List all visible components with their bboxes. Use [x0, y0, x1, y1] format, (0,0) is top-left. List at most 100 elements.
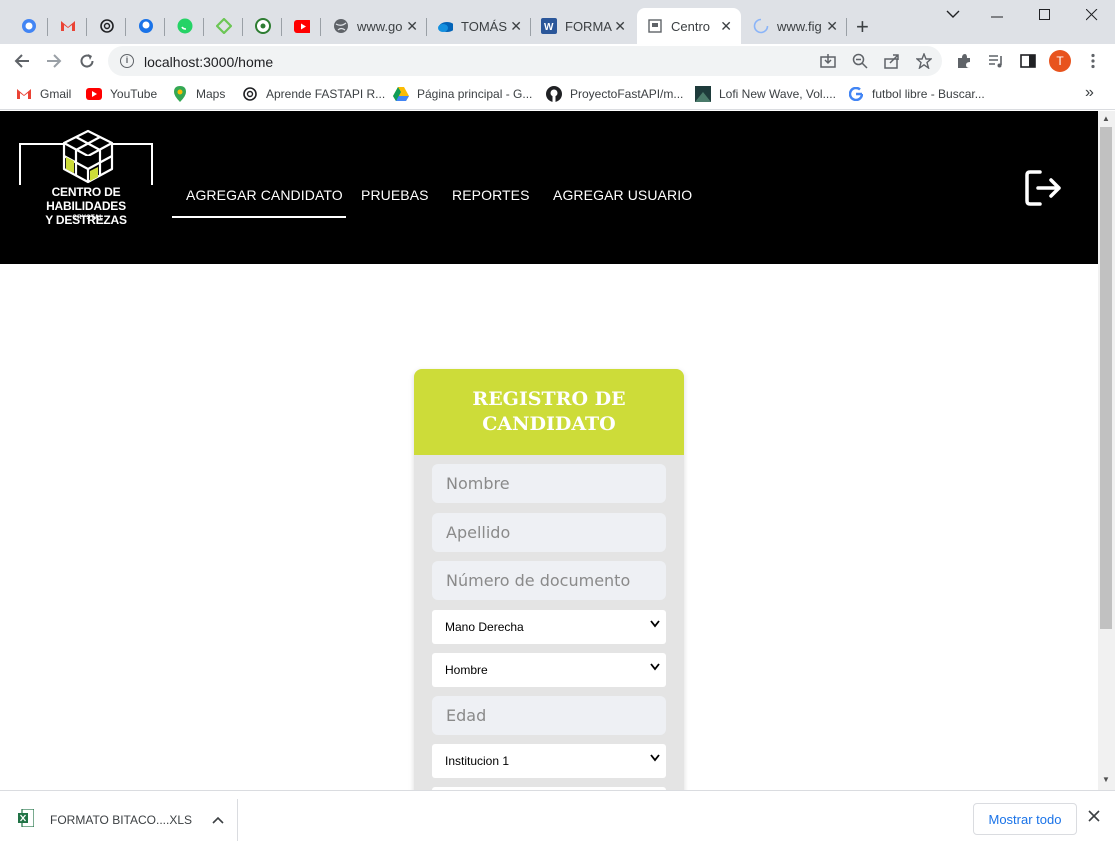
tab-tomas[interactable]: TOMÁS ✕	[427, 11, 531, 41]
tab-pinned-chromium[interactable]	[9, 11, 48, 41]
nav-agregar-candidato[interactable]: AGREGAR CANDIDATO	[186, 187, 343, 203]
more-bookmarks-chevron-icon[interactable]: »	[1085, 84, 1094, 102]
genero-select[interactable]: Hombre	[432, 653, 666, 687]
download-item[interactable]: FORMATO BITACO....XLS	[18, 808, 224, 830]
tab-pinned-whatsapp[interactable]	[165, 11, 204, 41]
bookmark-star-icon[interactable]	[914, 51, 934, 71]
nav-pruebas[interactable]: PRUEBAS	[361, 187, 429, 203]
svg-text:W: W	[544, 22, 554, 33]
bookmark-lofi[interactable]: Lofi New Wave, Vol....	[695, 86, 836, 102]
bookmarks-bar: Gmail YouTube Maps Aprende FASTAPI R... …	[0, 78, 1115, 110]
side-panel-icon[interactable]	[1018, 51, 1038, 71]
tab-centro-active[interactable]: Centro ✕	[637, 8, 741, 44]
bookmark-gmail[interactable]: Gmail	[16, 86, 71, 102]
tab-forma[interactable]: W FORMA ✕	[531, 11, 635, 41]
openai-icon	[99, 18, 115, 34]
zoom-icon[interactable]	[850, 51, 870, 71]
album-icon	[695, 86, 711, 102]
divider	[237, 799, 238, 841]
genero-select-value: Hombre	[445, 663, 488, 677]
onedrive-icon	[437, 18, 453, 34]
logo[interactable]: CENTRO DE HABILIDADES Y DESTREZAS CRYSTAL	[13, 129, 159, 227]
tab-strip: www.go ✕ TOMÁS ✕ W FORMA ✕ Centro ✕ www.…	[0, 0, 1115, 44]
download-filename: FORMATO BITACO....XLS	[50, 812, 193, 827]
tab-pinned-feedly[interactable]	[204, 11, 243, 41]
github-icon	[138, 18, 154, 34]
tab-title: www.go	[357, 18, 403, 34]
bookmark-aprende-fastapi[interactable]: Aprende FASTAPI R...	[242, 86, 385, 102]
page-icon	[647, 18, 663, 34]
page-scrollbar[interactable]: ▲ ▼	[1098, 111, 1115, 790]
new-tab-button[interactable]: +	[856, 14, 869, 40]
google-icon	[848, 86, 864, 102]
registro-candidato-form: REGISTRO DE CANDIDATO Mano Derecha Hombr…	[414, 369, 684, 790]
tab-pinned-gmail[interactable]	[48, 11, 87, 41]
media-queue-icon[interactable]	[986, 51, 1006, 71]
institucion-select[interactable]: Institucion 1	[432, 744, 666, 778]
tab-pinned-soccer[interactable]	[243, 11, 282, 41]
nombre-input[interactable]	[432, 464, 666, 503]
soccer-icon	[254, 18, 271, 34]
bookmark-pagina-principal[interactable]: Página principal - G...	[393, 86, 532, 102]
bookmark-proyectofastapi[interactable]: ProyectoFastAPI/m...	[546, 86, 683, 102]
install-icon[interactable]	[818, 51, 838, 71]
edad-input[interactable]	[432, 696, 666, 735]
logout-icon[interactable]	[1024, 169, 1062, 212]
site-info-icon[interactable]: i	[120, 54, 134, 68]
bookmark-maps[interactable]: Maps	[172, 86, 225, 102]
nav-reportes[interactable]: REPORTES	[452, 187, 530, 203]
chromium-icon	[21, 18, 37, 34]
apellido-input[interactable]	[432, 513, 666, 552]
address-bar[interactable]: i localhost:3000/home	[108, 46, 942, 76]
page-viewport: CENTRO DE HABILIDADES Y DESTREZAS CRYSTAL…	[0, 111, 1098, 790]
tab-title: Centro	[671, 18, 711, 34]
tab-search-chevron-icon[interactable]	[946, 6, 960, 24]
close-window-button[interactable]	[1085, 8, 1098, 26]
chevron-down-icon	[650, 663, 660, 671]
globe-icon	[333, 18, 349, 34]
share-icon[interactable]	[882, 51, 902, 71]
openai-icon	[242, 86, 258, 102]
minimize-button[interactable]	[991, 8, 1003, 26]
reload-icon[interactable]	[77, 51, 97, 71]
extensions-icon[interactable]	[954, 51, 974, 71]
close-tab-icon[interactable]: ✕	[614, 18, 626, 35]
feedly-icon	[215, 18, 232, 34]
institucion-select-value: Institucion 1	[445, 754, 510, 768]
form-header: REGISTRO DE CANDIDATO	[414, 369, 684, 455]
scroll-up-icon[interactable]: ▲	[1102, 114, 1110, 123]
close-tab-icon[interactable]: ✕	[406, 18, 418, 35]
gmail-icon	[16, 86, 32, 102]
mano-select[interactable]: Mano Derecha	[432, 610, 666, 644]
bookmark-youtube[interactable]: YouTube	[86, 86, 157, 102]
show-all-button[interactable]: Mostrar todo	[973, 803, 1077, 835]
close-tab-icon[interactable]: ✕	[826, 18, 838, 35]
gmail-icon	[60, 18, 76, 34]
tab-pinned-openai[interactable]	[87, 11, 126, 41]
excel-file-icon	[18, 808, 35, 830]
chevron-up-icon[interactable]	[212, 813, 224, 827]
documento-input[interactable]	[432, 561, 666, 600]
profile-avatar[interactable]: T	[1049, 50, 1071, 72]
tab-pinned-github[interactable]	[126, 11, 165, 41]
forward-arrow-icon[interactable]	[44, 51, 64, 71]
nav-agregar-usuario[interactable]: AGREGAR USUARIO	[553, 187, 692, 203]
bookmark-futbol-libre[interactable]: futbol libre - Buscar...	[848, 86, 985, 102]
close-tab-icon[interactable]: ✕	[510, 18, 522, 35]
tab-pinned-youtube[interactable]	[282, 11, 321, 41]
maximize-button[interactable]	[1039, 8, 1051, 26]
menu-kebab-icon[interactable]	[1083, 51, 1103, 71]
tab-www-fig[interactable]: www.fig ✕	[743, 11, 847, 41]
browser-toolbar: i localhost:3000/home T	[0, 44, 1115, 78]
scrollbar-thumb[interactable]	[1100, 127, 1112, 629]
mano-select-value: Mano Derecha	[445, 620, 524, 634]
close-tab-icon[interactable]: ✕	[720, 18, 732, 35]
tab-www-go[interactable]: www.go ✕	[323, 11, 427, 41]
youtube-icon	[293, 18, 310, 34]
tab-title: www.fig	[777, 18, 822, 34]
close-downloads-icon[interactable]	[1088, 809, 1100, 827]
youtube-icon	[86, 86, 102, 102]
scroll-down-icon[interactable]: ▼	[1102, 775, 1110, 784]
maps-icon	[172, 86, 188, 102]
back-arrow-icon[interactable]	[12, 51, 32, 71]
